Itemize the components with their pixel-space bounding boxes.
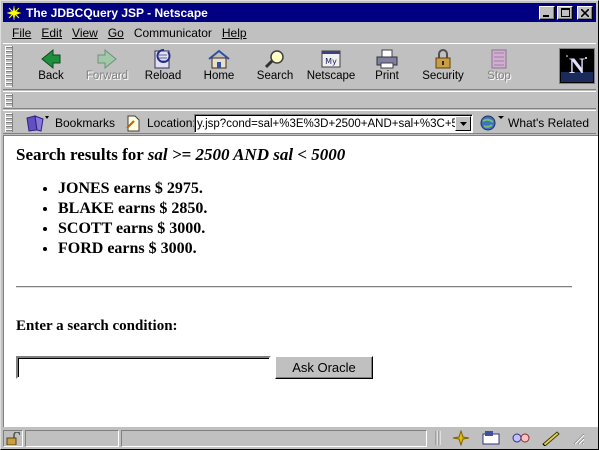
list-item: JONES earns $ 2975. (58, 179, 586, 199)
forward-button[interactable]: Forward (79, 48, 135, 86)
close-button[interactable] (577, 5, 593, 20)
security-label: Security (422, 70, 464, 82)
stop-label: Stop (487, 70, 511, 82)
menu-help[interactable]: Help (217, 26, 252, 40)
title-bar: The JDBCQuery JSP - Netscape (3, 3, 596, 22)
netscape-label: Netscape (306, 70, 356, 82)
netscape-button[interactable]: My Netscape (303, 48, 359, 86)
menu-go[interactable]: Go (103, 26, 129, 40)
resize-grip-icon[interactable] (571, 431, 585, 445)
back-button[interactable]: Back (23, 48, 79, 86)
window-title: The JDBCQuery JSP - Netscape (26, 5, 208, 20)
menu-file[interactable]: File (7, 26, 36, 40)
url-field[interactable]: y.jsp?cond=sal+%3E%3D+2500+AND+sal+%3C+5… (194, 114, 473, 133)
whats-related-label: What's Related (508, 116, 589, 130)
security-button[interactable]: Security (415, 48, 471, 86)
location-label-group: Location: (125, 113, 196, 133)
menu-communicator-label: Communicator (133, 25, 212, 40)
url-dropdown-button[interactable] (455, 116, 471, 131)
newsgroups-icon[interactable] (511, 430, 531, 446)
bookmarks-icon (26, 115, 49, 132)
unlocked-padlock-icon (6, 432, 20, 445)
heading-prefix: Search results for (16, 145, 148, 164)
svg-text:My: My (325, 57, 337, 66)
list-item: FORD earns $ 3000. (58, 239, 586, 259)
back-label: Back (38, 70, 64, 82)
navigation-toolbar: Back Forward Reload Home Search My Netsc… (3, 43, 596, 90)
print-label: Print (375, 70, 399, 82)
stop-button[interactable]: Stop (471, 48, 527, 86)
ask-oracle-button[interactable]: Ask Oracle (275, 356, 373, 379)
forward-label: Forward (85, 70, 129, 82)
results-list: JONES earns $ 2975. BLAKE earns $ 2850. … (58, 179, 586, 259)
menu-file-label: File (12, 25, 32, 40)
status-bar (3, 429, 596, 448)
search-button[interactable]: Search (247, 48, 303, 86)
netscape-n-icon: N (561, 50, 593, 82)
maximize-button[interactable] (557, 5, 573, 20)
url-text: y.jsp?cond=sal+%3E%3D+2500+AND+sal+%3C+5… (197, 117, 455, 130)
netscape-logo[interactable]: N (559, 48, 595, 84)
chevron-down-icon (459, 121, 467, 126)
horizontal-rule (16, 286, 572, 288)
reload-icon (154, 49, 171, 69)
minimize-icon (543, 14, 549, 17)
search-prompt: Enter a search condition: (16, 318, 178, 334)
component-bar (435, 430, 585, 446)
home-button[interactable]: Home (191, 48, 247, 86)
results-heading: Search results for sal >= 2500 AND sal <… (16, 145, 586, 165)
menu-communicator[interactable]: Communicator (129, 26, 217, 40)
mail-icon[interactable] (481, 430, 501, 446)
page-content: Search results for sal >= 2500 AND sal <… (3, 135, 598, 427)
print-button[interactable]: Print (359, 48, 415, 86)
svg-text:N: N (569, 53, 585, 78)
search-icon (264, 50, 284, 69)
menu-go-label: Go (107, 25, 124, 40)
maximize-icon (560, 8, 570, 17)
security-status[interactable] (3, 430, 23, 447)
netscape-app-icon (6, 4, 22, 21)
status-text (121, 430, 427, 447)
collapsed-toolbar (3, 91, 596, 109)
navigator-icon[interactable] (451, 430, 471, 446)
forward-arrow-icon (97, 48, 117, 70)
condition-input[interactable] (16, 356, 271, 379)
reload-label: Reload (144, 70, 182, 82)
component-bar-grip[interactable] (435, 430, 441, 446)
browser-window: The JDBCQuery JSP - Netscape File Edit V… (0, 0, 599, 450)
collapsed-toolbar-grip[interactable] (5, 94, 13, 107)
my-netscape-icon: My (321, 50, 341, 68)
page-proxy-icon[interactable] (125, 114, 141, 132)
location-toolbar: Bookmarks Location: y.jsp?cond=sal+%3E%3… (3, 110, 596, 134)
search-label: Search (256, 70, 294, 82)
stop-icon (491, 49, 507, 69)
menu-help-label: Help (221, 25, 247, 40)
lock-icon (435, 49, 451, 69)
list-item: SCOTT earns $ 3000. (58, 219, 586, 239)
bookmarks-label: Bookmarks (55, 116, 116, 130)
menu-bar: File Edit View Go Communicator Help (3, 23, 596, 42)
home-icon (208, 49, 230, 69)
printer-icon (376, 49, 398, 69)
heading-condition: sal >= 2500 AND sal < 5000 (147, 145, 346, 164)
composer-icon[interactable] (541, 430, 561, 446)
location-toolbar-grip[interactable] (5, 113, 13, 132)
list-item: BLAKE earns $ 2850. (58, 199, 586, 219)
whats-related-icon (480, 115, 504, 131)
home-label: Home (203, 70, 235, 82)
toolbar-grip[interactable] (5, 46, 13, 87)
close-icon (581, 8, 589, 17)
menu-view-label: View (72, 25, 98, 40)
whats-related-button[interactable]: What's Related (479, 113, 589, 133)
menu-view[interactable]: View (67, 26, 103, 40)
reload-button[interactable]: Reload (135, 48, 191, 86)
bookmarks-button[interactable]: Bookmarks (25, 113, 115, 133)
minimize-button[interactable] (539, 5, 555, 20)
menu-edit[interactable]: Edit (36, 26, 67, 40)
back-arrow-icon (41, 48, 61, 70)
menu-edit-label: Edit (41, 25, 63, 40)
progress-bar (25, 430, 119, 447)
location-label: Location: (147, 116, 196, 130)
